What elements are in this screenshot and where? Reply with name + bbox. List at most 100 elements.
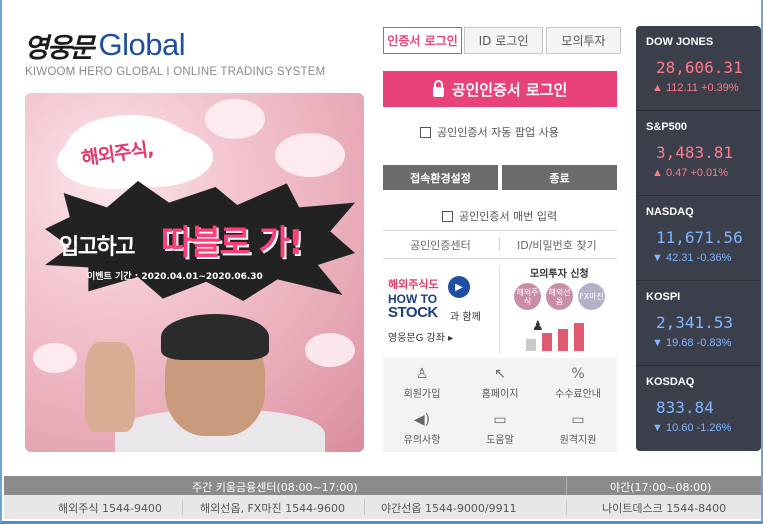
help-button[interactable]: ▭ 도움말 bbox=[461, 406, 539, 452]
divider bbox=[364, 499, 365, 515]
settings-button[interactable]: 접속환경설정 bbox=[383, 165, 498, 190]
index-name: NASDAQ bbox=[646, 206, 694, 218]
index-value: 833.84 bbox=[656, 398, 714, 417]
contact-overseas-stock: 해외주식 1544-9400 bbox=[58, 502, 162, 515]
up-arrow-icon: ▲ bbox=[652, 167, 663, 179]
contact-night-futures: 야간선옵 1544-9000/9911 bbox=[381, 502, 517, 515]
notice-button[interactable]: ◀) 유의사항 bbox=[383, 406, 461, 452]
change-percent: -0.36% bbox=[696, 252, 732, 264]
quick-menu-label: 홈페이지 bbox=[481, 388, 519, 400]
quick-menu-label: 유의사항 bbox=[403, 434, 441, 446]
down-arrow-icon: ▼ bbox=[652, 252, 663, 264]
divider bbox=[566, 476, 567, 495]
index-change: ▼ 42.31 -0.36% bbox=[652, 252, 731, 264]
badge-overseas-futures: 해외선옵 bbox=[546, 283, 573, 310]
divider bbox=[182, 499, 183, 515]
night-hours-label: 야간(17:00~08:00) bbox=[610, 481, 712, 494]
down-arrow-icon: ▼ bbox=[652, 337, 663, 349]
change-percent: +0.01% bbox=[690, 167, 729, 179]
index-value: 28,606.31 bbox=[656, 58, 743, 77]
illustration-hair bbox=[161, 314, 269, 360]
auto-popup-option[interactable]: 공인인증서 자동 팝업 사용 bbox=[420, 124, 559, 140]
promo-course-link[interactable]: 영웅문G 강좌 ▸ bbox=[388, 329, 453, 344]
fee-info-button[interactable]: % 수수료안내 bbox=[539, 360, 617, 406]
speaker-icon: ◀) bbox=[413, 411, 431, 428]
promo-with: 과 함께 bbox=[450, 312, 481, 323]
manual-input-label: 공인인증서 매번 입력 bbox=[459, 210, 558, 223]
chat-icon: ▭ bbox=[493, 411, 507, 428]
person-icon: ♙ bbox=[415, 365, 429, 382]
tab-cert-login[interactable]: 인증서 로그인 bbox=[383, 27, 462, 54]
event-period: 이벤트 기간 : 2020.04.01~2020.06.30 bbox=[87, 272, 263, 282]
percent-doc-icon: % bbox=[571, 365, 585, 382]
quick-menu-label: 도움말 bbox=[486, 434, 514, 446]
manual-input-option[interactable]: 공인인증서 매번 입력 bbox=[442, 208, 557, 224]
quick-menu-label: 원격지원 bbox=[559, 434, 597, 446]
index-kospi: KOSPI 2,341.53 ▼ 19.68 -0.83% bbox=[636, 281, 761, 366]
signup-button[interactable]: ♙ 회원가입 bbox=[383, 360, 461, 406]
login-tabs: 인증서 로그인 ID 로그인 모의투자 bbox=[383, 27, 621, 54]
sakura-decoration bbox=[33, 343, 77, 373]
index-name: S&P500 bbox=[646, 121, 687, 133]
index-name: KOSPI bbox=[646, 291, 681, 303]
index-value: 3,483.81 bbox=[656, 143, 734, 162]
sakura-decoration bbox=[275, 133, 345, 177]
play-icon: ▶ bbox=[448, 276, 470, 298]
how-to-stock-promo[interactable]: 해외주식도 ▶ HOW TO STOCK 과 함께 영웅문G 강좌 ▸ bbox=[386, 272, 496, 352]
growth-chart-icon: ♟ bbox=[524, 319, 604, 351]
day-hours-label: 주간 키움금융센터(08:00~17:00) bbox=[192, 481, 358, 494]
cert-center-link[interactable]: 공인인증센터 bbox=[410, 237, 471, 253]
banner-slogan-b: 따블로 가! bbox=[161, 223, 303, 263]
banner-illustration bbox=[85, 298, 325, 452]
divider bbox=[566, 499, 567, 515]
homepage-button[interactable]: ↖ 홈페이지 bbox=[461, 360, 539, 406]
quick-menu: ♙ 회원가입 ↖ 홈페이지 % 수수료안내 ◀) 유의사항 ▭ 도움말 ▭ 원격… bbox=[383, 358, 617, 452]
find-id-password-link[interactable]: ID/비밀번호 찾기 bbox=[517, 237, 597, 253]
badge-fx-margin: FX마진 bbox=[578, 283, 605, 310]
contact-overseas-futures: 해외선옵, FX마진 1544-9600 bbox=[200, 502, 346, 515]
badge-overseas-stock: 해외주식 bbox=[514, 283, 541, 310]
cert-login-button[interactable]: 공인인증서 로그인 bbox=[383, 71, 617, 107]
down-arrow-icon: ▼ bbox=[652, 422, 663, 434]
mock-trading-promo[interactable]: 모의투자 신청 해외주식 해외선옵 FX마진 ♟ bbox=[502, 265, 617, 357]
index-dow-jones: DOW JONES 28,606.31 ▲ 112.11 +0.39% bbox=[636, 26, 761, 111]
brand-subtitle: KIWOOM HERO GLOBAL I ONLINE TRADING SYST… bbox=[25, 66, 326, 78]
cursor-icon: ↖ bbox=[494, 365, 506, 382]
cert-login-label: 공인인증서 로그인 bbox=[451, 80, 568, 99]
auto-popup-checkbox[interactable] bbox=[420, 126, 431, 138]
index-sp500: S&P500 3,483.81 ▲ 0.47 +0.01% bbox=[636, 111, 761, 196]
index-nasdaq: NASDAQ 11,671.56 ▼ 42.31 -0.36% bbox=[636, 196, 761, 281]
change-amount: 10.60 bbox=[665, 422, 694, 434]
promo-logo-b: STOCK bbox=[388, 304, 438, 321]
tab-mock-trading[interactable]: 모의투자 bbox=[546, 27, 621, 54]
index-kosdaq: KOSDAQ 833.84 ▼ 10.60 -1.26% bbox=[636, 366, 761, 451]
change-amount: 42.31 bbox=[665, 252, 694, 264]
remote-support-button[interactable]: ▭ 원격지원 bbox=[539, 406, 617, 452]
index-value: 11,671.56 bbox=[656, 228, 743, 247]
change-percent: -1.26% bbox=[696, 422, 732, 434]
quick-menu-label: 회원가입 bbox=[403, 388, 441, 400]
exit-button[interactable]: 종료 bbox=[502, 165, 617, 190]
brand-name-kr: 영웅문 bbox=[24, 32, 95, 64]
change-amount: 19.68 bbox=[665, 337, 694, 349]
market-indices-panel: DOW JONES 28,606.31 ▲ 112.11 +0.39% S&P5… bbox=[636, 26, 761, 451]
divider bbox=[499, 238, 500, 250]
tab-id-login[interactable]: ID 로그인 bbox=[464, 27, 543, 54]
brand-logo: 영웅문 Global bbox=[24, 27, 186, 64]
illustration-finger bbox=[91, 342, 109, 400]
divider bbox=[383, 230, 617, 231]
index-change: ▲ 112.11 +0.39% bbox=[652, 82, 739, 94]
manual-input-checkbox[interactable] bbox=[442, 210, 453, 222]
auto-popup-label: 공인인증서 자동 팝업 사용 bbox=[437, 126, 559, 139]
promo-left-title: 해외주식도 bbox=[388, 278, 439, 291]
event-banner[interactable]: 해외주식, 입고하고 따블로 가! 이벤트 기간 : 2020.04.01~20… bbox=[25, 93, 364, 452]
change-percent: -0.83% bbox=[696, 337, 732, 349]
promo-right-title: 모의투자 신청 bbox=[530, 269, 589, 280]
index-name: DOW JONES bbox=[646, 36, 714, 48]
banner-slogan-a: 입고하고 bbox=[59, 235, 135, 260]
change-percent: +0.39% bbox=[701, 82, 739, 94]
change-amount: 112.11 bbox=[665, 82, 698, 94]
change-amount: 0.47 bbox=[665, 167, 688, 179]
index-name: KOSDAQ bbox=[646, 376, 695, 388]
index-value: 2,341.53 bbox=[656, 313, 734, 332]
